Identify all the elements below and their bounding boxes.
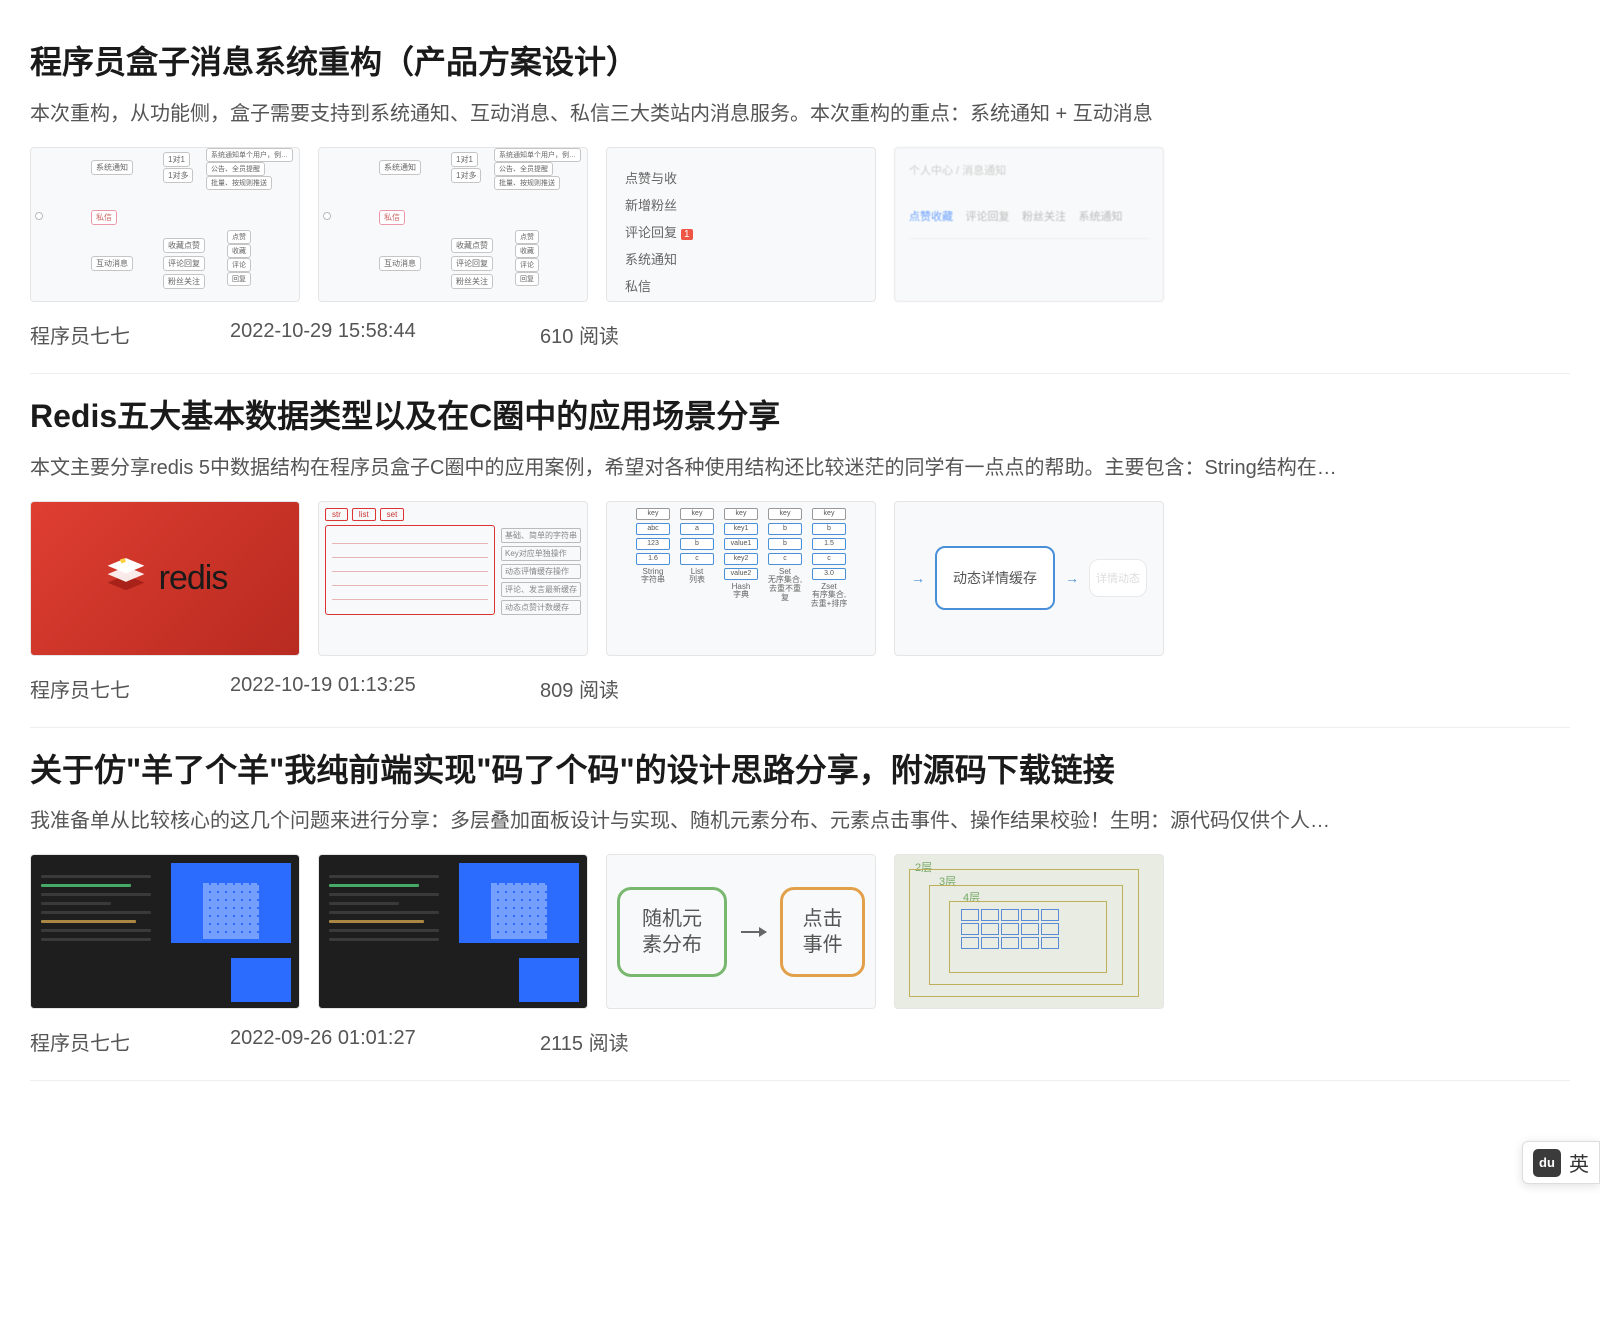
thumbnail-layers[interactable]: 2层 3层 4层: [894, 854, 1164, 1009]
ime-lang-label: 英: [1569, 1148, 1589, 1177]
thumbnail-mindmap[interactable]: 系统通知 私信 互动消息 1对1 1对多 系统通知单个用户，例… 公告、全员提醒…: [318, 147, 588, 302]
article-title[interactable]: Redis五大基本数据类型以及在C圈中的应用场景分享: [30, 394, 1570, 439]
article-reads: 809 阅读: [540, 674, 619, 703]
thumbnail-flow[interactable]: → 动态详情缓存 → 详情动态: [894, 501, 1164, 656]
article-summary: 我准备单从比较核心的这几个问题来进行分享：多层叠加面板设计与实现、随机元素分布、…: [30, 806, 1570, 836]
article-meta: 程序员七七 2022-09-26 01:01:27 2115 阅读: [30, 1027, 1570, 1056]
article-card: 关于仿"羊了个羊"我纯前端实现"码了个码"的设计思路分享，附源码下载链接 我准备…: [30, 728, 1570, 1082]
thumbnail-ide[interactable]: [30, 854, 300, 1009]
article-reads: 2115 阅读: [540, 1027, 629, 1056]
article-author[interactable]: 程序员七七: [30, 1027, 140, 1056]
article-card: 程序员盒子消息系统重构（产品方案设计） 本次重构，从功能侧，盒子需要支持到系统通…: [30, 20, 1570, 374]
article-title[interactable]: 关于仿"羊了个羊"我纯前端实现"码了个码"的设计思路分享，附源码下载链接: [30, 748, 1570, 793]
article-author[interactable]: 程序员七七: [30, 674, 140, 703]
redis-cube-icon: [103, 555, 149, 601]
article-card: Redis五大基本数据类型以及在C圈中的应用场景分享 本文主要分享redis 5…: [30, 374, 1570, 728]
thumbnail-menu[interactable]: 点赞与收 新增粉丝 评论回复1 系统通知 私信: [606, 147, 876, 302]
thumbnail-row: 随机元素分布 点击事件 2层 3层 4层: [30, 854, 1570, 1009]
thumbnail-outline[interactable]: str list set 基础、简单的字符串 Key对应单独操作 动态评情缓存操…: [318, 501, 588, 656]
article-meta: 程序员七七 2022-10-19 01:13:25 809 阅读: [30, 674, 1570, 703]
thumbnail-mindmap[interactable]: 系统通知 私信 互动消息 1对1 1对多 系统通知单个用户，例… 公告、全员提醒…: [30, 147, 300, 302]
redis-wordmark: redis: [159, 559, 228, 598]
thumbnail-ide[interactable]: [318, 854, 588, 1009]
thumbnail-tabs[interactable]: 个人中心 / 消息通知 点赞收藏 评论回复 粉丝关注 系统通知: [894, 147, 1164, 302]
thumbnail-steps[interactable]: 随机元素分布 点击事件: [606, 854, 876, 1009]
article-title[interactable]: 程序员盒子消息系统重构（产品方案设计）: [30, 40, 1570, 85]
ime-widget[interactable]: du 英: [1522, 1141, 1600, 1184]
article-meta: 程序员七七 2022-10-29 15:58:44 610 阅读: [30, 320, 1570, 349]
article-date: 2022-10-29 15:58:44: [230, 320, 450, 349]
thumbnail-datastructures[interactable]: key abc 123 1.6 String字符串 key a b c List…: [606, 501, 876, 656]
thumbnail-row: 系统通知 私信 互动消息 1对1 1对多 系统通知单个用户，例… 公告、全员提醒…: [30, 147, 1570, 302]
article-date: 2022-10-19 01:13:25: [230, 674, 450, 703]
thumbnail-redis-logo[interactable]: redis: [30, 501, 300, 656]
article-summary: 本次重构，从功能侧，盒子需要支持到系统通知、互动消息、私信三大类站内消息服务。本…: [30, 99, 1570, 129]
article-summary: 本文主要分享redis 5中数据结构在程序员盒子C圈中的应用案例，希望对各种使用…: [30, 453, 1570, 483]
article-date: 2022-09-26 01:01:27: [230, 1027, 450, 1056]
thumbnail-row: redis str list set 基础、简单的字符串 Key对应单独操作: [30, 501, 1570, 656]
article-reads: 610 阅读: [540, 320, 619, 349]
article-author[interactable]: 程序员七七: [30, 320, 140, 349]
ime-icon: du: [1533, 1149, 1561, 1177]
